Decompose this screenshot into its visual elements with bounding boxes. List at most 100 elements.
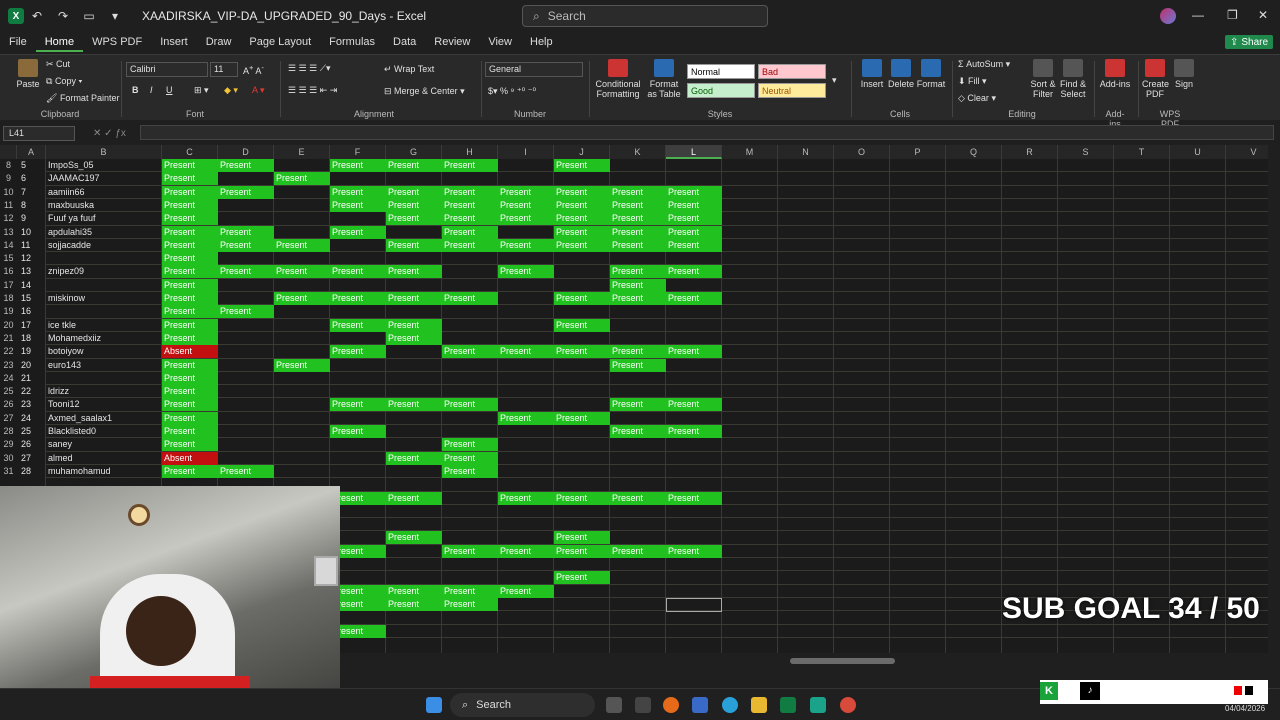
- cell-present[interactable]: Present: [554, 411, 610, 425]
- cell-present[interactable]: Present: [386, 198, 442, 212]
- column-header-U[interactable]: U: [1170, 145, 1226, 159]
- cell-present[interactable]: Present: [666, 425, 722, 438]
- column-header-V[interactable]: V: [1226, 145, 1268, 159]
- delete-cells-button[interactable]: Delete: [886, 59, 916, 89]
- cell-present[interactable]: Present: [610, 212, 666, 226]
- cell-present[interactable]: Present: [162, 411, 218, 425]
- cell-present[interactable]: Present: [666, 292, 722, 305]
- cell-present[interactable]: Present: [330, 345, 386, 359]
- cell-present[interactable]: Present: [442, 544, 498, 558]
- cell-present[interactable]: Present: [386, 531, 442, 545]
- cell-present[interactable]: Present: [274, 172, 330, 186]
- tab-wps-pdf[interactable]: WPS PDF: [83, 32, 151, 52]
- cell-username[interactable]: almed: [46, 452, 160, 465]
- column-header-N[interactable]: N: [778, 145, 834, 159]
- minimize-icon[interactable]: —: [1192, 8, 1204, 22]
- cell-id[interactable]: 19: [19, 345, 45, 358]
- cell-present[interactable]: Present: [610, 198, 666, 212]
- cell-present[interactable]: Present: [554, 318, 610, 332]
- cell-username[interactable]: [46, 372, 160, 385]
- align-left-icon[interactable]: ☰ ☰ ☰ ⇤ ⇥: [288, 85, 337, 96]
- cell-present[interactable]: Present: [442, 212, 498, 226]
- row-header[interactable]: 21: [0, 332, 17, 345]
- cell-id[interactable]: 28: [19, 465, 45, 478]
- cell-present[interactable]: Present: [274, 265, 330, 279]
- cell-present[interactable]: Present: [218, 464, 274, 478]
- row-header[interactable]: 23: [0, 359, 17, 372]
- cell-present[interactable]: Present: [666, 185, 722, 199]
- cell-present[interactable]: Present: [610, 345, 666, 359]
- cell-present[interactable]: Present: [554, 225, 610, 239]
- cell-present[interactable]: Present: [442, 292, 498, 305]
- cell-username[interactable]: [46, 305, 160, 318]
- cell-id[interactable]: 7: [19, 186, 45, 199]
- cell-username[interactable]: ice tkle: [46, 319, 160, 332]
- cell-present[interactable]: Present: [666, 345, 722, 359]
- format-as-table-button[interactable]: Format as Table: [644, 59, 684, 99]
- column-header-D[interactable]: D: [218, 145, 274, 159]
- cell-present[interactable]: Present: [498, 198, 554, 212]
- row-header[interactable]: 22: [0, 345, 17, 358]
- fill-button[interactable]: ⬇ Fill ▾: [958, 76, 987, 87]
- copilot-icon[interactable]: [692, 697, 708, 713]
- cell-present[interactable]: Present: [162, 305, 218, 319]
- column-header-A[interactable]: A: [17, 145, 46, 159]
- addins-button[interactable]: Add-ins: [1098, 59, 1132, 89]
- cell-id[interactable]: 14: [19, 279, 45, 292]
- styles-more-icon[interactable]: ▾: [832, 75, 837, 86]
- cell-username[interactable]: Mohamedxiiz: [46, 332, 160, 345]
- cell-present[interactable]: Present: [386, 451, 442, 465]
- cell-id[interactable]: 16: [19, 305, 45, 318]
- cell-present[interactable]: Present: [442, 438, 498, 452]
- row-header[interactable]: 13: [0, 226, 17, 239]
- cell-id[interactable]: 24: [19, 412, 45, 425]
- cell-id[interactable]: 18: [19, 332, 45, 345]
- style-bad[interactable]: Bad: [758, 64, 826, 79]
- cell-present[interactable]: Present: [330, 265, 386, 279]
- column-header-P[interactable]: P: [890, 145, 946, 159]
- cell-present[interactable]: Present: [666, 225, 722, 239]
- column-header-T[interactable]: T: [1114, 145, 1170, 159]
- cell-present[interactable]: Present: [610, 185, 666, 199]
- cell-present[interactable]: Present: [162, 331, 218, 345]
- cell-present[interactable]: Present: [554, 345, 610, 359]
- column-header-K[interactable]: K: [610, 145, 666, 159]
- cell-present[interactable]: Present: [666, 265, 722, 279]
- cell-present[interactable]: Present: [218, 265, 274, 279]
- tab-view[interactable]: View: [479, 32, 521, 52]
- row-header[interactable]: 15: [0, 252, 17, 265]
- row-header[interactable]: 18: [0, 292, 17, 305]
- bold-icon[interactable]: B: [132, 85, 139, 95]
- cell-present[interactable]: Present: [498, 212, 554, 226]
- cell-present[interactable]: Present: [666, 212, 722, 226]
- cell-present[interactable]: Present: [442, 451, 498, 465]
- cell-present[interactable]: Present: [162, 185, 218, 199]
- row-header[interactable]: 26: [0, 398, 17, 411]
- style-neutral[interactable]: Neutral: [758, 83, 826, 98]
- cell-present[interactable]: Present: [330, 198, 386, 212]
- cell-present[interactable]: Present: [498, 584, 554, 598]
- cell-username[interactable]: apdulahi35: [46, 226, 160, 239]
- cell-present[interactable]: Present: [610, 265, 666, 279]
- formula-cancel-icon[interactable]: ✕ ✓ ƒx: [93, 128, 126, 139]
- row-header[interactable]: 31: [0, 465, 17, 478]
- cell-present[interactable]: Present: [498, 185, 554, 199]
- cell-present[interactable]: Present: [162, 371, 218, 385]
- tab-home[interactable]: Home: [35, 32, 84, 52]
- cell-present[interactable]: Present: [498, 544, 554, 558]
- cell-present[interactable]: Present: [386, 398, 442, 412]
- row-header[interactable]: 24: [0, 372, 17, 385]
- font-grow-icon[interactable]: A+ A-: [243, 63, 264, 76]
- cell-present[interactable]: Present: [162, 265, 218, 279]
- cut-button[interactable]: ✂ Cut: [46, 59, 70, 70]
- cell-id[interactable]: 13: [19, 265, 45, 278]
- cell-present[interactable]: Present: [610, 225, 666, 239]
- cell-present[interactable]: Present: [442, 159, 498, 172]
- cell-present[interactable]: Present: [610, 278, 666, 292]
- cell-present[interactable]: Present: [162, 225, 218, 239]
- column-header-S[interactable]: S: [1058, 145, 1114, 159]
- cell-present[interactable]: Present: [554, 238, 610, 252]
- cell-present[interactable]: Present: [162, 398, 218, 412]
- cell-username[interactable]: sojjacadde: [46, 239, 160, 252]
- cell-present[interactable]: Present: [162, 159, 218, 172]
